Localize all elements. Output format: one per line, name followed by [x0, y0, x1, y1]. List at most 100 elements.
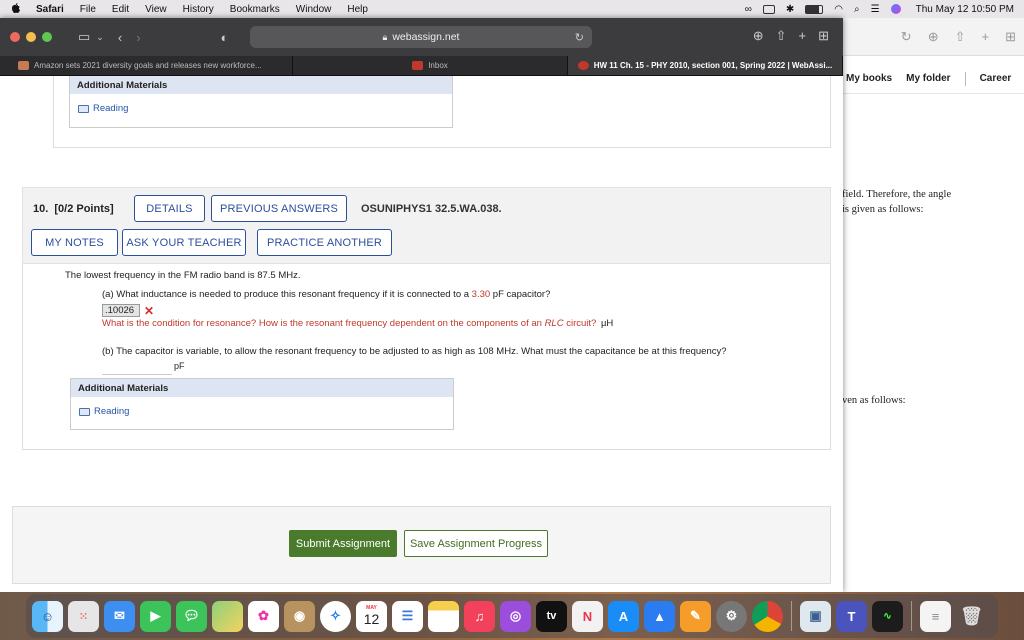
pages-icon[interactable]: ✎ — [680, 600, 711, 632]
capacitance-value: 3.30 — [471, 289, 491, 300]
background-toolbar: ↻ ⊕ ⇧ + ⊞ — [836, 18, 1024, 56]
tab-bar: Amazon sets 2021 diversity goals and rel… — [0, 56, 843, 76]
contacts-icon[interactable]: ◉ — [284, 600, 315, 632]
teams-icon[interactable]: T — [836, 600, 867, 632]
tab-amazon[interactable]: Amazon sets 2021 diversity goals and rel… — [0, 56, 293, 75]
nav-career[interactable]: Career — [980, 73, 1012, 84]
tv-icon[interactable]: tv — [536, 600, 567, 632]
calendar-status-icon[interactable] — [762, 4, 775, 14]
music-icon[interactable]: ♫ — [464, 600, 495, 632]
reload-icon[interactable]: ↻ — [575, 31, 584, 44]
podcasts-icon[interactable]: ◎ — [500, 600, 531, 632]
documents-icon[interactable]: ≡ — [920, 600, 951, 632]
ask-your-teacher-button[interactable]: ASK YOUR TEACHER — [122, 229, 246, 256]
zoom-window-button[interactable] — [42, 32, 52, 42]
hint-text: What is the condition for resonance? How… — [102, 318, 613, 329]
back-icon[interactable]: ‹ — [118, 30, 122, 45]
clock[interactable]: Thu May 12 10:50 PM — [916, 4, 1014, 15]
reading-link[interactable]: Reading — [70, 94, 452, 123]
download-icon[interactable]: ⊕ — [753, 28, 764, 44]
safari-window: ▭ ⌄ ‹ › ◐ 🔒︎ webassign.net ↻ ⊕ ⇧ + ⊞ Ama… — [0, 18, 843, 592]
address-bar[interactable]: 🔒︎ webassign.net ↻ — [250, 26, 592, 48]
save-progress-button[interactable]: Save Assignment Progress — [404, 530, 548, 557]
reload-icon[interactable]: ↻ — [901, 29, 912, 45]
previous-answers-button[interactable]: PREVIOUS ANSWERS — [211, 195, 347, 222]
trash-icon[interactable]: 🗑︎ — [956, 601, 987, 632]
share-icon[interactable]: ⇧ — [776, 28, 787, 44]
close-window-button[interactable] — [10, 32, 20, 42]
practice-another-button[interactable]: PRACTICE ANOTHER — [257, 229, 392, 256]
menu-edit[interactable]: Edit — [112, 4, 129, 15]
reminders-icon[interactable]: ☰ — [392, 600, 423, 632]
tab-webassign[interactable]: HW 11 Ch. 15 - PHY 2010, section 001, Sp… — [568, 56, 843, 75]
facetime-icon[interactable]: ▶ — [140, 600, 171, 632]
launchpad-icon[interactable]: ⁙ — [68, 600, 99, 632]
my-notes-button[interactable]: MY NOTES — [31, 229, 118, 256]
question-code: OSUNIPHYS1 32.5.WA.038. — [361, 203, 502, 215]
background-window: ↻ ⊕ ⇧ + ⊞ My books My folder Career fiel… — [836, 18, 1024, 592]
maps-icon[interactable] — [212, 600, 243, 632]
nav-my-folder[interactable]: My folder — [906, 73, 950, 84]
part-a-prompt: (a) What inductance is needed to produce… — [102, 289, 550, 300]
menu-bookmarks[interactable]: Bookmarks — [230, 4, 280, 15]
background-text-line: field. Therefore, the angle — [842, 189, 952, 200]
tab-overview-icon[interactable]: ⊞ — [818, 28, 829, 44]
additional-materials-prev: Additional Materials Reading — [69, 76, 453, 128]
notes-icon[interactable] — [428, 600, 459, 632]
messages-icon[interactable]: 💬︎ — [176, 600, 207, 632]
menu-view[interactable]: View — [145, 4, 167, 15]
apple-icon[interactable] — [10, 3, 22, 15]
answer-b-input[interactable] — [102, 362, 172, 375]
system-preferences-icon[interactable]: ⚙ — [716, 600, 747, 632]
answer-a-input[interactable]: .10026 — [102, 304, 140, 317]
appstore-icon[interactable]: A — [608, 600, 639, 632]
minimize-window-button[interactable] — [26, 32, 36, 42]
sidebar-icon[interactable]: ▭ — [78, 29, 90, 45]
new-tab-icon[interactable]: + — [799, 28, 807, 44]
photos-icon[interactable]: ✿ — [248, 600, 279, 632]
new-tab-icon[interactable]: + — [982, 29, 990, 44]
tab-inbox[interactable]: Inbox — [293, 56, 568, 75]
nav-divider — [964, 71, 966, 86]
control-center-icon[interactable]: ☰ — [871, 4, 880, 15]
news-icon[interactable]: N — [572, 600, 603, 632]
incorrect-icon: ✕ — [144, 304, 155, 318]
keynote-icon[interactable]: ▲ — [644, 600, 675, 632]
submit-assignment-button[interactable]: Submit Assignment — [289, 530, 397, 557]
menu-window[interactable]: Window — [296, 4, 332, 15]
menu-help[interactable]: Help — [347, 4, 368, 15]
search-icon[interactable]: ⌕ — [854, 4, 860, 15]
safari-icon[interactable]: ✧ — [320, 600, 351, 632]
chrome-icon[interactable] — [752, 600, 783, 632]
reading-link[interactable]: Reading — [71, 397, 453, 426]
menu-history[interactable]: History — [183, 4, 214, 15]
assignment-actions: Submit Assignment Save Assignment Progre… — [12, 506, 831, 584]
nav-my-books[interactable]: My books — [846, 73, 892, 84]
battery-icon[interactable] — [805, 4, 824, 14]
details-button[interactable]: DETAILS — [134, 195, 205, 222]
wifi-icon[interactable]: ◠ — [834, 4, 843, 15]
forward-icon[interactable]: › — [136, 30, 140, 45]
tab-overview-icon[interactable]: ⊞ — [1005, 29, 1016, 45]
url-text: webassign.net — [392, 31, 460, 43]
question-number: 10. [0/2 Points] — [33, 203, 114, 215]
privacy-shield-icon[interactable]: ◐ — [221, 30, 229, 45]
tab-label: Amazon sets 2021 diversity goals and rel… — [34, 61, 262, 70]
share-icon[interactable]: ⇧ — [955, 29, 966, 45]
menu-file[interactable]: File — [80, 4, 96, 15]
menu-safari[interactable]: Safari — [36, 4, 64, 15]
bluetooth-icon[interactable]: ✱ — [786, 4, 794, 15]
download-icon[interactable]: ⊕ — [928, 29, 939, 45]
activity-monitor-icon[interactable]: ∿ — [872, 600, 903, 632]
extension-icon[interactable]: ∞ — [745, 4, 752, 15]
preview-icon[interactable]: ▣ — [800, 600, 831, 632]
hint-end: circuit? — [563, 318, 597, 329]
finder-icon[interactable]: ☺ — [32, 600, 63, 632]
chevron-down-icon[interactable]: ⌄ — [96, 32, 104, 43]
browser-toolbar: ▭ ⌄ ‹ › ◐ 🔒︎ webassign.net ↻ ⊕ ⇧ + ⊞ — [0, 18, 843, 56]
calendar-icon[interactable]: MAY 12 — [356, 600, 387, 632]
hint-rlc: RLC — [544, 318, 564, 329]
siri-icon[interactable] — [890, 4, 901, 14]
additional-materials-header: Additional Materials — [71, 379, 453, 397]
mail-icon[interactable]: ✉ — [104, 600, 135, 632]
